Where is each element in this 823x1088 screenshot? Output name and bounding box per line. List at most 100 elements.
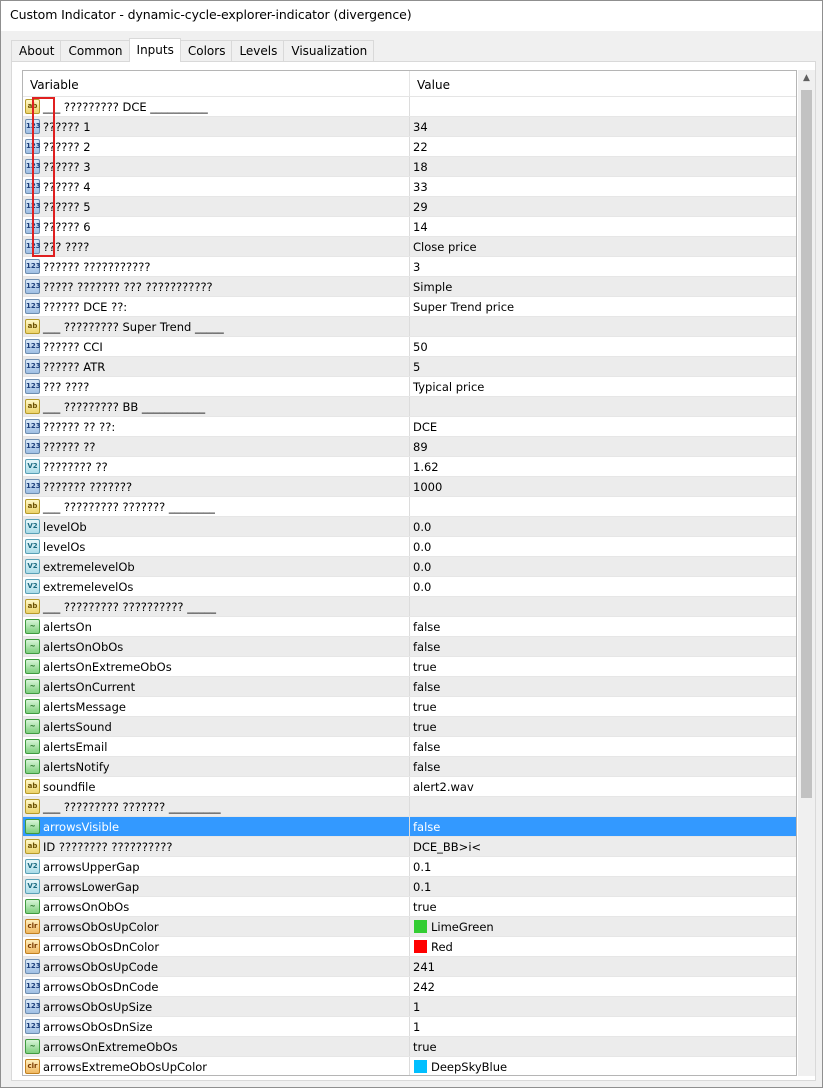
variable-cell[interactable]: ~ alertsOnExtremeObOs <box>23 657 410 676</box>
value-cell[interactable]: 89 <box>410 437 796 456</box>
value-cell[interactable]: Simple <box>410 277 796 296</box>
table-row[interactable]: clr arrowsObOsUpColor LimeGreen <box>23 917 796 937</box>
value-cell[interactable]: Super Trend price <box>410 297 796 316</box>
table-row[interactable]: 123?????? CCI 50 <box>23 337 796 357</box>
table-row[interactable]: 123????? ??????? ??? ??????????? Simple <box>23 277 796 297</box>
variable-cell[interactable]: 123??? ???? <box>23 377 410 396</box>
value-cell[interactable]: false <box>410 817 796 836</box>
table-row[interactable]: ~ arrowsOnObOs true <box>23 897 796 917</box>
value-cell[interactable]: DCE_BB>i< <box>410 837 796 856</box>
table-row[interactable]: 123 arrowsObOsUpCode 241 <box>23 957 796 977</box>
value-cell[interactable]: Red <box>410 937 796 956</box>
value-cell[interactable]: false <box>410 637 796 656</box>
table-row[interactable]: 123 arrowsObOsUpSize 1 <box>23 997 796 1017</box>
scroll-up-arrow-icon[interactable]: ▲ <box>798 70 815 87</box>
value-cell[interactable]: true <box>410 697 796 716</box>
variable-cell[interactable]: clr arrowsExtremeObOsUpColor <box>23 1057 410 1075</box>
table-row[interactable]: V2 extremelevelOb 0.0 <box>23 557 796 577</box>
value-cell[interactable] <box>410 97 796 116</box>
table-row[interactable]: clr arrowsObOsDnColor Red <box>23 937 796 957</box>
value-cell[interactable]: 50 <box>410 337 796 356</box>
column-header-variable[interactable]: Variable <box>23 71 410 96</box>
value-cell[interactable]: 5 <box>410 357 796 376</box>
variable-cell[interactable]: 123?????? ?? <box>23 437 410 456</box>
value-cell[interactable]: 29 <box>410 197 796 216</box>
value-cell[interactable]: 241 <box>410 957 796 976</box>
value-cell[interactable]: false <box>410 737 796 756</box>
variable-cell[interactable]: 123?????? 1 <box>23 117 410 136</box>
value-cell[interactable]: DeepSkyBlue <box>410 1057 796 1075</box>
tab-levels[interactable]: Levels <box>231 40 285 62</box>
table-row[interactable]: ~ alertsNotify false <box>23 757 796 777</box>
variable-cell[interactable]: ab ___ ????????? ??????? ________ <box>23 497 410 516</box>
table-row[interactable]: 123?????? DCE ??: Super Trend price <box>23 297 796 317</box>
table-row[interactable]: 123??? ???? Typical price <box>23 377 796 397</box>
variable-cell[interactable]: 123?????? ATR <box>23 357 410 376</box>
variable-cell[interactable]: 123?????? 5 <box>23 197 410 216</box>
tab-about[interactable]: About <box>11 40 62 62</box>
variable-cell[interactable]: ~ arrowsOnObOs <box>23 897 410 916</box>
variable-cell[interactable]: ab ID ???????? ?????????? <box>23 837 410 856</box>
variable-cell[interactable]: 123?????? CCI <box>23 337 410 356</box>
value-cell[interactable]: 33 <box>410 177 796 196</box>
tab-common[interactable]: Common <box>60 40 130 62</box>
table-row[interactable]: 123?????? 2 22 <box>23 137 796 157</box>
table-row[interactable]: V2 arrowsUpperGap 0.1 <box>23 857 796 877</box>
value-cell[interactable]: 1 <box>410 997 796 1016</box>
variable-cell[interactable]: 123?????? ?? ??: <box>23 417 410 436</box>
table-row[interactable]: V2 arrowsLowerGap 0.1 <box>23 877 796 897</box>
value-cell[interactable] <box>410 497 796 516</box>
variable-cell[interactable]: ~ alertsMessage <box>23 697 410 716</box>
variable-cell[interactable]: ab ___ ????????? DCE __________ <box>23 97 410 116</box>
column-header-value[interactable]: Value <box>410 71 450 96</box>
table-row[interactable]: ~ alertsEmail false <box>23 737 796 757</box>
variable-cell[interactable]: ab ___ ????????? Super Trend _____ <box>23 317 410 336</box>
variable-cell[interactable]: ab ___ ????????? ?????????? _____ <box>23 597 410 616</box>
value-cell[interactable]: false <box>410 617 796 636</box>
variable-cell[interactable]: ab ___ ????????? ??????? _________ <box>23 797 410 816</box>
variable-cell[interactable]: 123?????? 6 <box>23 217 410 236</box>
table-row[interactable]: ab soundfile alert2.wav <box>23 777 796 797</box>
value-cell[interactable]: 0.1 <box>410 857 796 876</box>
table-row[interactable]: ab ___ ????????? ?????????? _____ <box>23 597 796 617</box>
table-row[interactable]: ~ arrowsOnExtremeObOs true <box>23 1037 796 1057</box>
table-row[interactable]: ~ alertsOnCurrent false <box>23 677 796 697</box>
table-row[interactable]: ~ alertsOnExtremeObOs true <box>23 657 796 677</box>
table-row[interactable]: ab ID ???????? ?????????? DCE_BB>i< <box>23 837 796 857</box>
value-cell[interactable]: 0.0 <box>410 557 796 576</box>
table-row[interactable]: ab ___ ????????? ??????? _________ <box>23 797 796 817</box>
value-cell[interactable]: false <box>410 757 796 776</box>
variable-cell[interactable]: 123?????? DCE ??: <box>23 297 410 316</box>
variable-cell[interactable]: 123?????? 4 <box>23 177 410 196</box>
table-row[interactable]: ~ alertsMessage true <box>23 697 796 717</box>
vertical-scrollbar[interactable]: ▲ <box>798 70 815 1076</box>
variable-cell[interactable]: ~ alertsOnObOs <box>23 637 410 656</box>
table-row[interactable]: V2???????? ?? 1.62 <box>23 457 796 477</box>
value-cell[interactable]: true <box>410 717 796 736</box>
table-row[interactable]: clr arrowsExtremeObOsUpColor DeepSkyBlue <box>23 1057 796 1075</box>
value-cell[interactable]: 14 <box>410 217 796 236</box>
table-row[interactable]: 123??????? ??????? 1000 <box>23 477 796 497</box>
tab-visualization[interactable]: Visualization <box>283 40 375 62</box>
table-row[interactable]: V2 extremelevelOs 0.0 <box>23 577 796 597</box>
value-cell[interactable]: false <box>410 677 796 696</box>
variable-cell[interactable]: ~ alertsEmail <box>23 737 410 756</box>
value-cell[interactable]: 3 <box>410 257 796 276</box>
variable-cell[interactable]: V2 extremelevelOb <box>23 557 410 576</box>
variable-cell[interactable]: ~ alertsSound <box>23 717 410 736</box>
table-row[interactable]: ab ___ ????????? DCE __________ <box>23 97 796 117</box>
value-cell[interactable]: 34 <box>410 117 796 136</box>
variable-cell[interactable]: ~ arrowsOnExtremeObOs <box>23 1037 410 1056</box>
table-row[interactable]: 123?????? 3 18 <box>23 157 796 177</box>
table-row[interactable]: 123?????? 5 29 <box>23 197 796 217</box>
table-row[interactable]: 123?????? ?? ??: DCE <box>23 417 796 437</box>
variable-cell[interactable]: 123 arrowsObOsUpSize <box>23 997 410 1016</box>
table-row[interactable]: 123?????? 4 33 <box>23 177 796 197</box>
value-cell[interactable]: 1000 <box>410 477 796 496</box>
variable-cell[interactable]: V2???????? ?? <box>23 457 410 476</box>
variable-cell[interactable]: ~ alertsNotify <box>23 757 410 776</box>
table-row[interactable]: 123?????? 1 34 <box>23 117 796 137</box>
variable-cell[interactable]: V2 arrowsLowerGap <box>23 877 410 896</box>
variable-cell[interactable]: ab soundfile <box>23 777 410 796</box>
table-row[interactable]: ab ___ ????????? ??????? ________ <box>23 497 796 517</box>
